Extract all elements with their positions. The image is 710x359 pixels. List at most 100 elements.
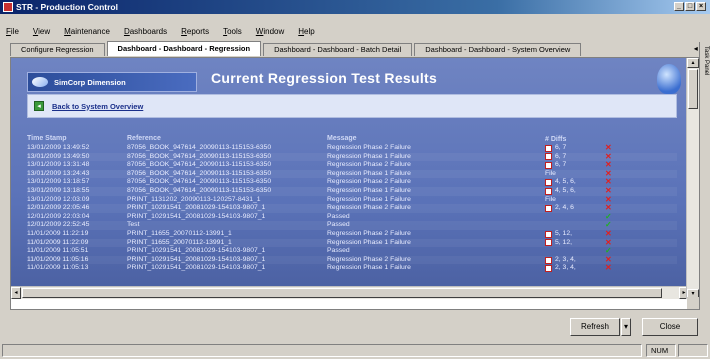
menu-window[interactable]: Window	[256, 27, 284, 36]
reference-cell: PRINT_10291541_20081029-154103-9807_1	[127, 264, 266, 272]
window-title: STR - Production Control	[16, 2, 118, 12]
table-row[interactable]: 11/01/2009 11:05:16 PRINT_10291541_200810…	[27, 255, 677, 265]
diff-document-icon[interactable]	[545, 161, 552, 169]
reference-cell: 87056_BOOK_947614_20090113-115153-6350	[127, 144, 272, 151]
tab-dashboard-batch-detail[interactable]: Dashboard - Dashboard - Batch Detail	[263, 43, 413, 56]
horizontal-scrollbar[interactable]: ◂ ▸	[11, 286, 689, 299]
task-panel-label: Task Panel	[703, 46, 709, 76]
table-row[interactable]: 13/01/2009 13:18:55 87056_BOOK_947614_200…	[27, 186, 677, 196]
column-header-reference[interactable]: Reference	[127, 135, 327, 144]
maximize-button[interactable]: □	[685, 2, 695, 11]
diffs-value: 6, 7	[555, 152, 567, 160]
diff-document-icon[interactable]	[545, 239, 552, 247]
tab-configure-regression[interactable]: Configure Regression	[10, 43, 105, 56]
diffs-cell: 4, 5, 6,	[545, 178, 605, 187]
timestamp-cell: 13/01/2009 13:18:57	[27, 178, 90, 186]
button-bar: Refresh ▾ Close	[0, 312, 710, 338]
message-cell: Regression Phase 2 Failure	[327, 144, 411, 151]
table-row[interactable]: 11/01/2009 11:22:19 PRINT_11655_20070112-…	[27, 229, 677, 239]
table-header: Time Stamp Reference Message # Diffs	[27, 135, 677, 144]
diffs-cell: 2, 3, 4,	[545, 256, 605, 265]
diffs-value: 4, 5, 6,	[555, 186, 576, 194]
logo-swoosh-icon	[32, 77, 48, 87]
diff-document-icon[interactable]	[545, 144, 552, 152]
diffs-value: File	[545, 169, 556, 177]
cross-glyph: ✕	[605, 263, 612, 273]
diffs-cell: File	[545, 170, 605, 179]
status-bar: NUM	[0, 343, 710, 359]
table-row[interactable]: 13/01/2009 13:49:52 87056_BOOK_947614_200…	[27, 143, 677, 153]
reference-cell: PRINT_10291541_20081029-154103-9807_1	[127, 247, 266, 255]
column-header-diffs[interactable]: # Diffs	[545, 135, 605, 144]
menu-help[interactable]: Help	[298, 27, 314, 36]
column-header-timestamp[interactable]: Time Stamp	[27, 135, 127, 144]
column-header-message[interactable]: Message	[327, 135, 545, 144]
status-empty-cell	[678, 344, 708, 357]
timestamp-cell: 11/01/2009 11:05:51	[27, 247, 89, 255]
diffs-cell	[545, 247, 605, 256]
diffs-cell: 2, 3, 4,	[545, 264, 605, 273]
diff-document-icon[interactable]	[545, 230, 552, 238]
horizontal-scroll-thumb[interactable]	[22, 288, 662, 298]
menu-view[interactable]: View	[33, 27, 50, 36]
table-row[interactable]: 12/01/2009 22:03:04 PRINT_10291541_200810…	[27, 212, 677, 222]
diffs-cell	[545, 213, 605, 222]
scroll-up-button[interactable]: ▴	[687, 58, 699, 68]
status-message-cell	[2, 344, 642, 357]
reference-cell: PRINT_11655_20070112-13991_1	[127, 229, 232, 237]
close-window-button[interactable]: ×	[696, 2, 706, 11]
menu-reports[interactable]: Reports	[181, 27, 209, 36]
back-arrow-icon[interactable]: ◂	[34, 101, 44, 111]
diff-document-icon[interactable]	[545, 179, 552, 187]
tab-dashboard-regression[interactable]: Dashboard - Dashboard - Regression	[106, 41, 262, 56]
scroll-left-button[interactable]: ◂	[11, 287, 21, 299]
task-panel-strip[interactable]: Task Panel	[699, 42, 710, 310]
scroll-corner	[687, 297, 699, 309]
table-row[interactable]: 11/01/2009 11:22:09 PRINT_11655_20070112-…	[27, 238, 677, 248]
dashboard-panel: SimCorp Dimension Current Regression Tes…	[11, 58, 689, 299]
diffs-value: File	[545, 195, 556, 203]
reference-cell: 87056_BOOK_947614_20090113-115153-6350	[127, 152, 272, 160]
results-table: Time Stamp Reference Message # Diffs 13/…	[27, 135, 677, 273]
diff-document-icon[interactable]	[545, 256, 552, 264]
diffs-cell: 5, 12,	[545, 239, 605, 248]
back-bar: ◂ Back to System Overview	[27, 94, 677, 118]
fail-x-icon: ✕	[605, 264, 625, 273]
timestamp-cell: 13/01/2009 13:49:52	[27, 144, 90, 151]
menu-tools[interactable]: Tools	[223, 27, 242, 36]
refresh-dropdown-button[interactable]: ▾	[621, 318, 631, 336]
vertical-scrollbar[interactable]: ▴ ▾	[686, 58, 699, 299]
table-row[interactable]: 12/01/2009 22:05:46 PRINT_10291541_200810…	[27, 204, 677, 213]
tab-bar: Configure Regression Dashboard - Dashboa…	[10, 41, 700, 56]
table-row[interactable]: 12/01/2009 22:52:45 Test Passed ✓	[27, 221, 677, 230]
timestamp-cell: 12/01/2009 22:52:45	[27, 221, 90, 229]
vertical-scroll-thumb[interactable]	[688, 69, 698, 109]
diff-document-icon[interactable]	[545, 265, 552, 273]
table-row[interactable]: 13/01/2009 13:18:57 87056_BOOK_947614_200…	[27, 178, 677, 187]
minimize-button[interactable]: _	[674, 2, 684, 11]
timestamp-cell: 13/01/2009 13:24:43	[27, 169, 90, 177]
diff-document-icon[interactable]	[545, 153, 552, 161]
tab-dashboard-system-overview[interactable]: Dashboard - Dashboard - System Overview	[414, 43, 582, 56]
dashboard-content: SimCorp Dimension Current Regression Tes…	[10, 57, 700, 310]
table-row[interactable]: 11/01/2009 11:05:13 PRINT_10291541_200810…	[27, 264, 677, 273]
table-row[interactable]: 13/01/2009 12:03:09 PRINT_1131202_2009011…	[27, 195, 677, 205]
table-row[interactable]: 13/01/2009 13:49:50 87056_BOOK_947614_200…	[27, 152, 677, 162]
reference-cell: PRINT_10291541_20081029-154103-9807_1	[127, 212, 266, 220]
menu-file[interactable]: File	[6, 27, 19, 36]
table-row[interactable]: 13/01/2009 13:31:48 87056_BOOK_947614_200…	[27, 161, 677, 170]
diff-document-icon[interactable]	[545, 204, 552, 212]
diffs-cell	[545, 221, 605, 230]
close-button[interactable]: Close	[642, 318, 698, 336]
diff-document-icon[interactable]	[545, 187, 552, 195]
table-row[interactable]: 11/01/2009 11:05:51 PRINT_10291541_200810…	[27, 247, 677, 256]
table-row[interactable]: 13/01/2009 13:24:43 87056_BOOK_947614_200…	[27, 169, 677, 179]
back-to-system-overview-link[interactable]: Back to System Overview	[52, 102, 143, 111]
logo-text: SimCorp Dimension	[54, 77, 126, 87]
menu-maintenance[interactable]: Maintenance	[64, 27, 110, 36]
refresh-button[interactable]: Refresh	[570, 318, 620, 336]
timestamp-cell: 11/01/2009 11:05:13	[27, 264, 89, 272]
diffs-value: 4, 5, 6,	[555, 178, 576, 186]
diffs-cell: 2, 4, 6	[545, 204, 605, 213]
menu-dashboards[interactable]: Dashboards	[124, 27, 167, 36]
